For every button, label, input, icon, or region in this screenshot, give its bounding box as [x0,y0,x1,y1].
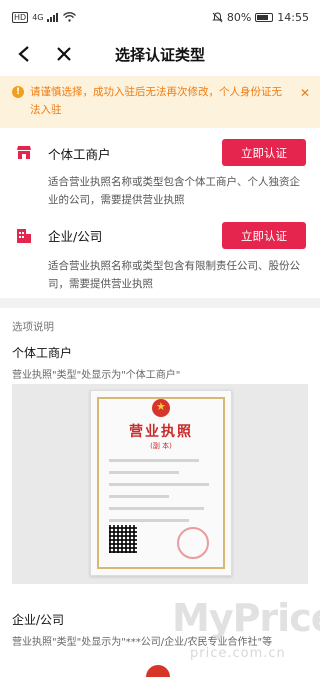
signal-icon [47,13,59,22]
option-title: 个体工商户 [48,147,111,162]
example-title: 企业/公司 [12,613,65,627]
status-left: HD 4G [12,11,77,23]
section-divider [0,298,320,308]
mute-bell-icon [212,11,223,22]
license-heading: 营业执照 [129,424,193,440]
network-badge: HD [12,11,29,23]
back-button[interactable] [10,40,38,68]
building-icon [17,229,31,243]
nav-bar: 选择认证类型 [0,34,320,74]
shop-icon [17,146,31,159]
blurred-text-line [109,459,199,462]
status-bar: HD 4G 80% 14:55 [0,0,320,34]
blurred-text-line [109,483,209,486]
license-document: 营业执照 (副 本) [90,390,232,576]
alert-icon: ! [12,86,24,98]
blurred-text-line [109,495,169,498]
national-emblem-icon [146,665,170,677]
section-label: 选项说明 [12,321,54,333]
certify-now-button[interactable]: 立即认证 [222,222,306,249]
national-emblem-icon [152,399,170,417]
blurred-text-line [109,471,179,474]
chevron-left-icon [18,46,29,62]
blurred-text-line [109,519,189,522]
status-right: 80% 14:55 [212,11,309,24]
license-image: 营业执照 (副 本) [12,384,308,584]
qr-code-icon [109,525,137,553]
notice-text: 请谨慎选择，成功入驻后无法再次修改，个人身份证无法入驻 [30,86,282,116]
official-seal-icon [177,527,209,559]
license-sub: (副 本) [150,442,172,450]
warning-notice: ! 请谨慎选择，成功入驻后无法再次修改，个人身份证无法入驻 ✕ [0,76,320,128]
option-description: 适合营业执照名称或类型包含个体工商户、个人独资企业的公司，需要提供营业执照 [48,176,300,206]
option-company: 企业/公司 立即认证 适合营业执照名称或类型包含有限制责任公司、股份公司，需要提… [0,212,320,298]
option-individual: 个体工商户 立即认证 适合营业执照名称或类型包含个体工商户、个人独资企业的公司，… [0,128,320,212]
page-title: 选择认证类型 [114,45,205,64]
option-description: 适合营业执照名称或类型包含有限制责任公司、股份公司，需要提供营业执照 [48,260,300,290]
wifi-icon [63,12,77,22]
close-notice-icon[interactable]: ✕ [300,84,310,102]
watermark-brand: MyPrice [172,596,320,640]
certify-now-button[interactable]: 立即认证 [222,139,306,166]
clock: 14:55 [277,10,309,24]
watermark-domain: price.com.cn [190,646,286,661]
example-note: 营业执照"类型"处显示为"个体工商户" [12,370,181,381]
example-title: 个体工商户 [12,346,73,360]
close-button[interactable] [50,40,78,68]
option-title: 企业/公司 [48,229,103,244]
signal-indicator: 4G [32,12,44,22]
battery-icon [255,12,274,22]
close-icon [57,47,71,61]
battery-percent: 80% [226,10,252,24]
blurred-text-line [109,507,204,510]
